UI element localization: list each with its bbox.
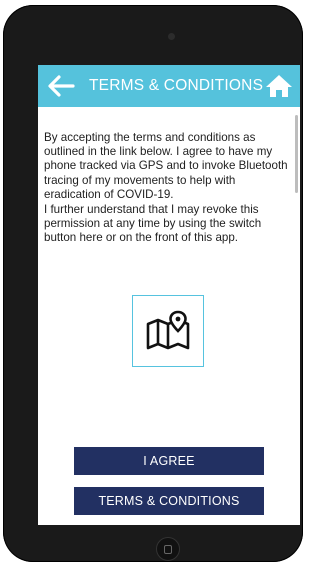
device-home-button[interactable] xyxy=(156,537,180,561)
terms-paragraph: By accepting the terms and conditions as… xyxy=(44,131,288,201)
front-camera xyxy=(168,33,175,40)
arrow-left-icon xyxy=(48,75,75,97)
map-pin-icon xyxy=(146,310,190,350)
terms-button[interactable]: TERMS & CONDITIONS xyxy=(74,487,264,515)
home-button[interactable] xyxy=(264,72,294,100)
home-icon xyxy=(266,75,292,97)
revoke-paragraph: I further understand that I may revoke t… xyxy=(44,203,262,245)
map-button[interactable] xyxy=(132,295,204,367)
agree-button[interactable]: I AGREE xyxy=(74,447,264,475)
scrollbar[interactable] xyxy=(295,115,298,193)
page-title: TERMS & CONDITIONS xyxy=(89,77,264,94)
tablet-frame: TERMS & CONDITIONS By accepting the term… xyxy=(3,5,303,562)
terms-content: By accepting the terms and conditions as… xyxy=(38,107,300,525)
app-header: TERMS & CONDITIONS xyxy=(38,65,300,107)
back-button[interactable] xyxy=(46,72,76,100)
app-screen: TERMS & CONDITIONS By accepting the term… xyxy=(38,65,300,525)
